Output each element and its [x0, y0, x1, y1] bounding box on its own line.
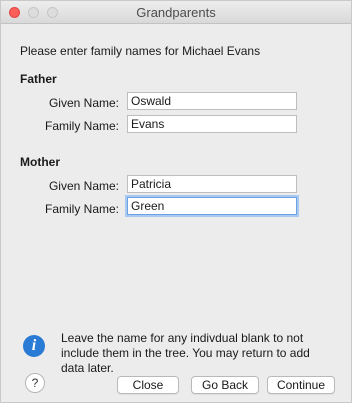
father-family-name-label: Family Name: [44, 119, 119, 133]
title-bar: Grandparents [1, 1, 351, 24]
father-given-name-input[interactable] [127, 92, 297, 110]
window-title: Grandparents [136, 5, 216, 20]
mother-family-name-label: Family Name: [44, 202, 119, 216]
mother-heading: Mother [20, 155, 60, 169]
info-icon: i [23, 335, 45, 357]
help-button[interactable]: ? [25, 373, 45, 393]
father-family-name-input[interactable] [127, 115, 297, 133]
info-message: Leave the name for any indivdual blank t… [61, 331, 310, 375]
instruction-text: Please enter family names for Michael Ev… [20, 44, 261, 58]
mother-given-name-input[interactable] [127, 175, 297, 193]
father-given-name-label: Given Name: [48, 96, 119, 110]
go-back-button[interactable]: Go Back [191, 376, 259, 394]
mother-given-name-label: Given Name: [48, 179, 119, 193]
close-button[interactable]: Close [117, 376, 179, 394]
mother-family-name-input[interactable] [127, 197, 297, 215]
continue-button[interactable]: Continue [267, 376, 335, 394]
dialog-window: Grandparents Please enter family names f… [0, 0, 352, 403]
father-heading: Father [20, 72, 57, 86]
